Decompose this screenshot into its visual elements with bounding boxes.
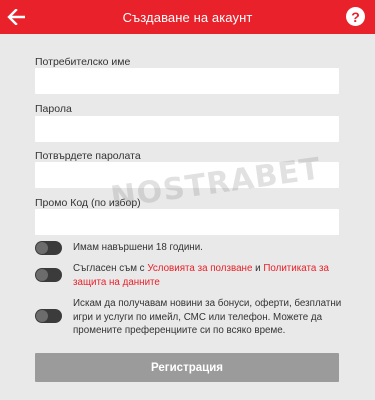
marketing-toggle[interactable] — [35, 309, 62, 323]
register-button[interactable]: Регистрация — [35, 353, 339, 382]
terms-prefix: Съгласен съм с — [73, 263, 148, 274]
back-button[interactable] — [4, 4, 28, 30]
username-label: Потребителско име — [35, 56, 131, 68]
arrow-left-icon — [7, 9, 25, 25]
help-circle-icon: ? — [351, 8, 360, 25]
age-consent-text: Имам навършени 18 години. — [73, 242, 203, 253]
marketing-consent-text: Искам да получавам новини за бонуси, офе… — [73, 298, 342, 336]
password-label: Парола — [35, 103, 72, 115]
terms-consent-text: Съгласен съм с Условията за ползване и П… — [73, 262, 343, 289]
age-toggle[interactable] — [35, 241, 62, 255]
promo-code-input[interactable] — [35, 209, 339, 235]
username-input[interactable] — [35, 68, 339, 94]
confirm-password-input[interactable] — [35, 162, 339, 188]
terms-toggle[interactable] — [35, 268, 62, 282]
password-input[interactable] — [35, 116, 339, 142]
toggle-knob — [36, 310, 48, 322]
toggle-knob — [36, 269, 48, 281]
page-title: Създаване на акаунт — [122, 9, 253, 25]
toggle-knob — [36, 242, 48, 254]
terms-and: и — [252, 263, 264, 274]
confirm-password-label: Потвърдете паролата — [35, 150, 141, 162]
top-bar: Създаване на акаунт ? — [0, 0, 375, 34]
terms-link[interactable]: Условията за ползване — [147, 263, 252, 274]
help-button[interactable]: ? — [346, 7, 365, 26]
promo-code-label: Промо Код (по избор) — [35, 197, 141, 209]
